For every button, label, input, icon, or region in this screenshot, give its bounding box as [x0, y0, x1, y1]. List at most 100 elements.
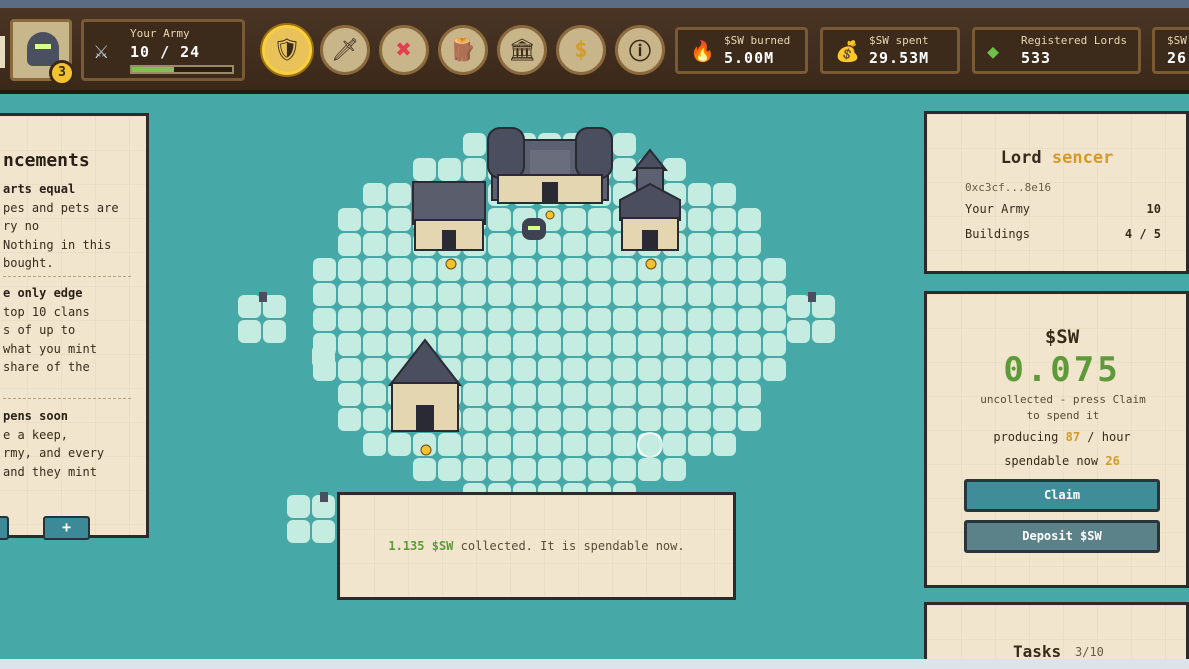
army-progress-bar [130, 65, 234, 74]
ground-tile [313, 283, 336, 306]
hooded-figure-icon [27, 32, 59, 66]
producing-label: producing [993, 430, 1059, 444]
lord-title: Lord sencer [927, 148, 1187, 168]
ground-tile [463, 358, 486, 381]
ground-tile [287, 520, 310, 543]
info-icon[interactable]: ⓘ [615, 25, 665, 75]
buildings-icon[interactable]: 🏛 [497, 25, 547, 75]
soldier-unit[interactable] [320, 492, 328, 502]
log-icon[interactable]: 🪵 [438, 25, 488, 75]
ground-tile [688, 258, 711, 281]
left-edge-tab[interactable] [0, 36, 5, 68]
ground-tile [613, 308, 636, 331]
ground-tile [738, 233, 761, 256]
cross-icon[interactable]: ✖ [379, 25, 429, 75]
announcement-heading: arts equal [3, 182, 76, 196]
deposit-sw-button[interactable]: Deposit $SW [964, 520, 1160, 553]
ground-tile [638, 333, 661, 356]
ground-tile [738, 258, 761, 281]
ground-tile [613, 258, 636, 281]
ground-tile [488, 308, 511, 331]
message-text: 1.135 $SW collected. It is spendable now… [340, 539, 733, 553]
ground-tile [688, 408, 711, 431]
ground-tile [588, 233, 611, 256]
ground-tile [588, 383, 611, 406]
ground-tile [738, 383, 761, 406]
claim-button[interactable]: Claim [964, 479, 1160, 512]
announcement-line: e a keep, [3, 427, 69, 442]
ground-tile [738, 333, 761, 356]
sw-balance-panel: $SW 0.075 uncollected - press Claim to s… [924, 291, 1189, 588]
ground-tile [613, 358, 636, 381]
ground-tile [688, 283, 711, 306]
fire-icon: 🔥 [690, 39, 715, 63]
ground-tile [338, 233, 361, 256]
ground-tile [263, 320, 286, 343]
notification-message: 1.135 $SW collected. It is spendable now… [337, 492, 736, 600]
ground-tile [663, 333, 686, 356]
ground-tile [338, 208, 361, 231]
stat-label: Registered Lords [1021, 34, 1127, 47]
ground-tile [488, 458, 511, 481]
ground-tile [388, 183, 411, 206]
ground-tile [363, 308, 386, 331]
stat-label: $SW spent [869, 34, 929, 47]
stat-label: $SW burned [724, 34, 791, 47]
ground-tile [438, 308, 461, 331]
message-amount: 1.135 $SW [388, 539, 454, 553]
row-label: Your Army [965, 202, 1031, 216]
announcement-line: top 10 clans [3, 304, 90, 319]
announcements-add-button[interactable]: + [43, 516, 90, 540]
ground-tile [663, 383, 686, 406]
ground-tile [538, 283, 561, 306]
shield-icon[interactable]: 🛡 [262, 25, 312, 75]
announcement-line: ry no [3, 219, 40, 233]
ground-tile [513, 433, 536, 456]
ground-tile [713, 233, 736, 256]
ground-tile [338, 383, 361, 406]
ground-tile [688, 233, 711, 256]
ground-tile [638, 283, 661, 306]
soldier-unit[interactable] [808, 292, 816, 302]
ground-tile [413, 458, 436, 481]
ground-tile [588, 308, 611, 331]
ground-tile [588, 358, 611, 381]
ground-tile [463, 308, 486, 331]
ground-tile [738, 283, 761, 306]
ground-tile [338, 308, 361, 331]
row-label: Buildings [965, 227, 1031, 241]
ground-tile [338, 333, 361, 356]
ground-tile [488, 383, 511, 406]
ground-tile [738, 308, 761, 331]
ground-tile [713, 308, 736, 331]
ground-tile [738, 358, 761, 381]
ground-tile [413, 158, 436, 181]
stat-sw-burned: 🔥 $SW burned 5.00M [675, 27, 808, 74]
castle-keep[interactable] [487, 127, 613, 204]
ground-tile [713, 208, 736, 231]
producing-value: 87 [1065, 430, 1081, 444]
avatar-eyes [35, 44, 51, 49]
sword-icon[interactable]: 🗡 [320, 25, 370, 75]
player-avatar[interactable]: 3 [10, 19, 75, 86]
ground-tile [613, 433, 636, 456]
ground-tile [287, 495, 310, 518]
ground-tile [688, 333, 711, 356]
tasks-count: 3/10 [1075, 645, 1104, 659]
ground-tile [588, 458, 611, 481]
soldier-unit[interactable] [259, 292, 267, 302]
announcement-line: share of the [3, 360, 90, 374]
ground-tile [763, 283, 786, 306]
ground-tile [513, 408, 536, 431]
ground-tile [563, 408, 586, 431]
coin-icon[interactable]: $ [556, 25, 606, 75]
ground-tile [513, 258, 536, 281]
ground-tile [463, 283, 486, 306]
ground-tile [312, 345, 335, 368]
sword-icon: ⚔ [94, 36, 109, 64]
ground-tile [338, 358, 361, 381]
gem-icon: ◆ [987, 39, 1000, 63]
announcements-prev-button[interactable] [0, 516, 9, 540]
stat-label: $SW [1167, 34, 1187, 47]
ground-tile [638, 308, 661, 331]
